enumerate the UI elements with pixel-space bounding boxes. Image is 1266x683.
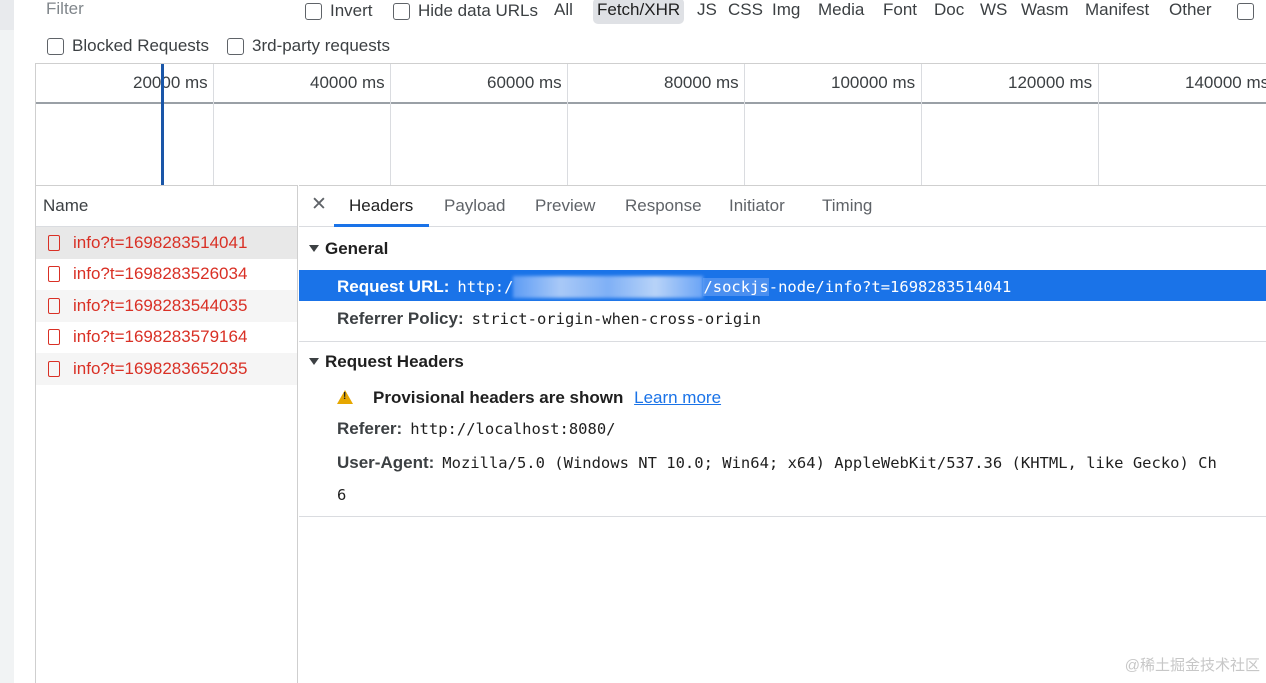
tab-headers[interactable]: Headers (349, 196, 413, 216)
filter-input[interactable] (36, 0, 288, 24)
active-tab-indicator (334, 224, 429, 227)
invert-checkbox[interactable]: Invert (305, 0, 373, 22)
type-filter-media[interactable]: Media (814, 0, 868, 24)
type-filter-font[interactable]: Font (879, 0, 921, 24)
timeline-label: 20000 ms (133, 73, 208, 92)
request-row[interactable]: info?t=1698283652035 (36, 353, 297, 385)
document-icon (48, 329, 60, 346)
type-filter-css[interactable]: CSS (724, 0, 767, 24)
more-filters-checkbox[interactable] (1237, 0, 1262, 22)
filter-toolbar-row2: Blocked Requests 3rd-party requests (14, 30, 1266, 63)
timeline-gridline (567, 64, 568, 186)
referrer-policy-value: strict-origin-when-cross-origin (471, 310, 761, 328)
request-row[interactable]: info?t=1698283514041 (36, 227, 297, 259)
learn-more-link[interactable]: Learn more (634, 388, 721, 407)
checkbox-icon (1237, 2, 1254, 20)
warning-icon (337, 390, 353, 404)
name-column-header[interactable]: Name (36, 186, 297, 227)
request-list: Name info?t=1698283514041 info?t=1698283… (35, 185, 298, 683)
user-agent-wrap: 6 (337, 486, 347, 504)
blocked-requests-checkbox[interactable]: Blocked Requests (47, 35, 209, 57)
user-agent-row: User-Agent: Mozilla/5.0 (Windows NT 10.0;… (337, 453, 1217, 472)
network-overview-timeline[interactable]: 20000 ms 40000 ms 60000 ms 80000 ms 1000… (35, 63, 1266, 186)
timeline-label: 100000 ms (831, 73, 916, 92)
type-filter-js[interactable]: JS (693, 0, 721, 24)
timeline-gridline (1098, 64, 1099, 186)
type-filter-manifest[interactable]: Manifest (1081, 0, 1153, 24)
checkbox-icon (47, 37, 64, 55)
type-filter-doc[interactable]: Doc (930, 0, 968, 24)
type-filter-all[interactable]: All (550, 0, 577, 24)
timeline-label: 80000 ms (664, 73, 739, 92)
details-tabs: ✕ Headers Payload Preview Response Initi… (299, 186, 1266, 227)
timeline-label: 140000 ms (1185, 73, 1266, 92)
checkbox-icon (227, 37, 244, 55)
checkbox-icon (305, 2, 322, 20)
document-icon (48, 266, 60, 283)
document-icon (48, 297, 60, 314)
referrer-policy-row: Referrer Policy: strict-origin-when-cross… (337, 309, 761, 328)
triangle-down-icon (309, 245, 319, 253)
timeline-gridline (390, 64, 391, 186)
request-url-label: Request URL: (337, 276, 450, 296)
close-icon[interactable]: ✕ (311, 193, 327, 216)
request-row[interactable]: info?t=1698283544035 (36, 290, 297, 322)
timeline-gridline (744, 64, 745, 186)
third-party-checkbox[interactable]: 3rd-party requests (227, 35, 390, 57)
tab-preview[interactable]: Preview (535, 196, 595, 216)
provisional-warning: Provisional headers are shown Learn more (373, 388, 722, 407)
left-gutter (0, 0, 14, 683)
redacted-host (513, 276, 704, 298)
timeline-label: 120000 ms (1008, 73, 1093, 92)
tab-initiator[interactable]: Initiator (729, 196, 785, 216)
request-details: ✕ Headers Payload Preview Response Initi… (299, 185, 1266, 683)
checkbox-icon (393, 2, 410, 20)
user-agent-value: Mozilla/5.0 (Windows NT 10.0; Win64; x64… (442, 454, 1217, 472)
request-row[interactable]: info?t=1698283579164 (36, 322, 297, 354)
tab-response[interactable]: Response (625, 196, 702, 216)
triangle-down-icon (309, 358, 319, 366)
document-icon (48, 234, 60, 251)
timeline-label: 60000 ms (487, 73, 562, 92)
section-divider (299, 516, 1266, 517)
request-url-row[interactable]: Request URL: http://sockjs-node/info?t=16… (299, 270, 1266, 301)
request-row[interactable]: info?t=1698283526034 (36, 259, 297, 291)
watermark: @稀土掘金技术社区 (1124, 657, 1260, 674)
section-divider (299, 341, 1266, 342)
type-filter-wasm[interactable]: Wasm (1017, 0, 1073, 24)
type-filter-ws[interactable]: WS (976, 0, 1011, 24)
document-icon (48, 360, 60, 377)
type-filter-img[interactable]: Img (768, 0, 804, 24)
hide-data-urls-checkbox[interactable]: Hide data URLs (393, 0, 538, 22)
timeline-gridline (921, 64, 922, 186)
timeline-gridline (213, 64, 214, 186)
tab-payload[interactable]: Payload (444, 196, 505, 216)
filter-toolbar: Invert Hide data URLs All Fetch/XHR JS C… (14, 0, 1266, 28)
tab-timing[interactable]: Timing (822, 196, 872, 216)
referer-row: Referer: http://localhost:8080/ (337, 419, 616, 438)
timeline-cursor (161, 64, 164, 186)
general-section-header[interactable]: General (299, 239, 388, 259)
type-filter-other[interactable]: Other (1165, 0, 1216, 24)
request-url-value: http://sockjs-node/info?t=1698283514041 (457, 276, 1011, 298)
timeline-label: 40000 ms (310, 73, 385, 92)
type-filter-fetch-xhr[interactable]: Fetch/XHR (593, 0, 685, 24)
request-headers-section-header[interactable]: Request Headers (299, 352, 464, 372)
referer-value: http://localhost:8080/ (410, 420, 616, 438)
